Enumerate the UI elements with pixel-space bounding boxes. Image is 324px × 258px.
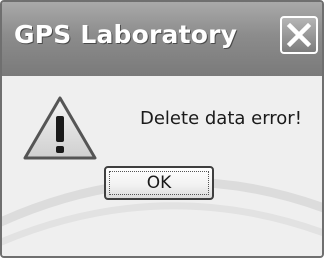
- window-title: GPS Laboratory: [14, 20, 238, 49]
- close-button[interactable]: [280, 16, 318, 54]
- dialog-body: Delete data error! OK: [2, 76, 322, 256]
- message-dialog: GPS Laboratory Delete data error! OK: [0, 0, 324, 258]
- title-bar[interactable]: GPS Laboratory: [2, 2, 322, 76]
- close-icon: [286, 22, 312, 48]
- error-message: Delete data error!: [140, 108, 302, 129]
- ok-button[interactable]: OK: [104, 166, 214, 200]
- warning-icon: [23, 96, 97, 160]
